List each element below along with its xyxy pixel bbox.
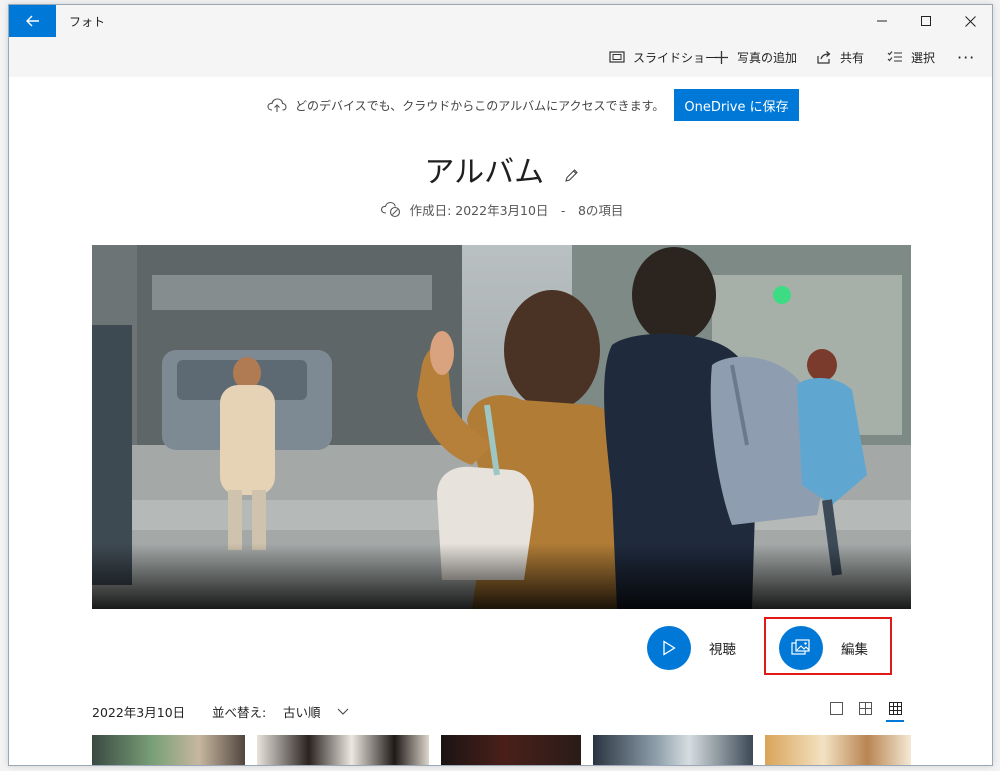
pencil-icon (564, 169, 578, 182)
minimize-icon (877, 20, 887, 22)
share-icon (817, 51, 831, 64)
album-title-row: アルバム (9, 147, 992, 191)
select-icon (887, 51, 902, 62)
thumbnail-4[interactable] (593, 735, 753, 765)
select-label: 選択 (911, 50, 936, 65)
play-icon-circle (647, 626, 691, 670)
view-large-button[interactable] (827, 699, 845, 717)
add-photos-label: 写真の追加 (737, 50, 798, 65)
banner-message: どのデバイスでも、クラウドからこのアルバムにアクセスできます。 (295, 98, 665, 113)
close-icon (964, 15, 976, 27)
view-small-button[interactable] (886, 699, 904, 717)
rename-album-button[interactable] (564, 156, 579, 191)
cloud-sync-icon (380, 201, 400, 218)
maximize-button[interactable] (903, 5, 949, 37)
title-bar: フォト (9, 5, 992, 37)
slideshow-icon (609, 51, 625, 63)
slideshow-button[interactable]: スライドショー (609, 37, 717, 77)
command-bar: スライドショー 写真の追加 共有 選択 ··· (9, 37, 992, 77)
edit-highlight-box (764, 617, 892, 675)
active-view-indicator (886, 720, 904, 722)
chevron-down-icon (337, 708, 348, 715)
share-label: 共有 (840, 50, 865, 65)
cloud-upload-icon (267, 98, 287, 112)
cover-photo-street-scene (92, 245, 911, 609)
onedrive-banner: どのデバイスでも、クラウドからこのアルバムにアクセスできます。 OneDrive… (267, 89, 799, 121)
minimize-button[interactable] (859, 5, 905, 37)
sort-dropdown[interactable]: 古い順 (283, 702, 349, 721)
album-title: アルバム (424, 155, 545, 190)
view-small-icon (888, 701, 902, 715)
photos-app-window: フォト スライドショー 写真の追加 共有 選択 ··· どのデバイスでも、クラウ… (8, 4, 993, 766)
plus-icon (715, 50, 728, 64)
share-button[interactable]: 共有 (817, 37, 864, 77)
view-label: 視聴 (709, 642, 736, 658)
slideshow-label: スライドショー (633, 50, 718, 65)
view-medium-icon (858, 701, 872, 715)
close-button[interactable] (947, 5, 992, 37)
view-medium-button[interactable] (856, 699, 874, 717)
thumbnail-2[interactable] (257, 735, 429, 765)
add-photos-button[interactable]: 写真の追加 (714, 37, 797, 77)
view-button[interactable]: 視聴 (647, 626, 736, 670)
select-button[interactable]: 選択 (887, 37, 935, 77)
album-cover-image[interactable] (92, 245, 911, 609)
sort-value: 古い順 (283, 705, 321, 720)
back-arrow-icon (25, 15, 39, 27)
app-title: フォト (69, 15, 106, 29)
thumbnail-1[interactable] (92, 735, 245, 765)
back-button[interactable] (9, 5, 56, 37)
more-options-button[interactable]: ··· (957, 37, 975, 77)
sort-label: 並べ替え: (212, 705, 267, 720)
album-meta-text: 作成日: 2022年3月10日 - 8の項目 (409, 203, 624, 218)
play-icon (663, 640, 676, 656)
maximize-icon (921, 16, 931, 26)
album-meta: 作成日: 2022年3月10日 - 8の項目 (9, 200, 992, 219)
thumbnail-3[interactable] (441, 735, 581, 765)
date-group-header: 2022年3月10日 (92, 705, 186, 720)
view-large-icon (829, 701, 843, 715)
save-to-onedrive-button[interactable]: OneDrive に保存 (674, 89, 799, 121)
thumbnail-5[interactable] (765, 735, 911, 765)
